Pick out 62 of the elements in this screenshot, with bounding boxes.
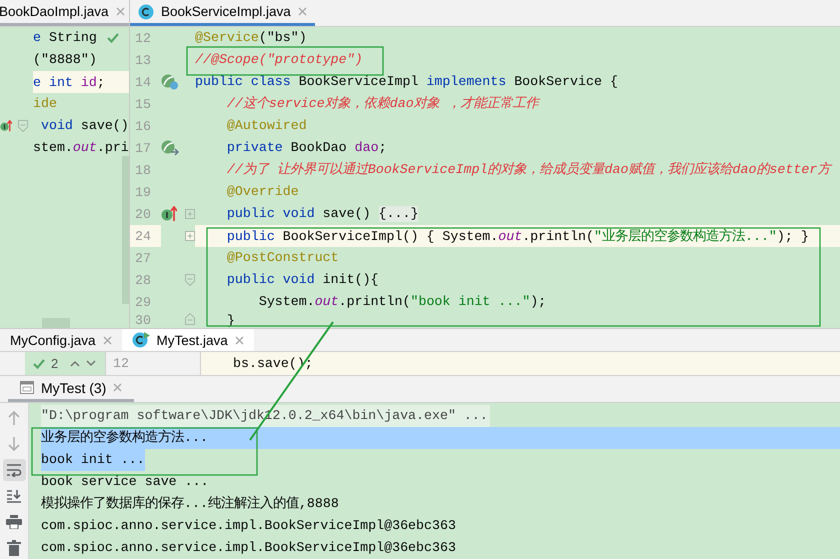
code-line: public class BookServiceImpl implements BookService {	[195, 74, 618, 90]
close-icon[interactable]	[234, 336, 244, 344]
code-line: private BookDao dao;	[226, 140, 387, 156]
override-icon[interactable]	[0, 118, 12, 134]
file-tab[interactable]: MyTest.java	[122, 329, 254, 351]
close-icon[interactable]	[102, 336, 112, 344]
code-line: stem.out.pri	[33, 140, 129, 156]
line-number: 20	[134, 206, 152, 224]
check-icon	[106, 32, 119, 44]
console-line: com.spioc.anno.service.impl.BookServiceImpl@36ebc363	[41, 539, 456, 557]
run-class-icon	[132, 332, 150, 348]
line-number: 27	[134, 250, 152, 268]
line-number: 29	[134, 294, 152, 312]
line-number: 15	[134, 96, 152, 114]
code-line: System.out.println("book init ...");	[258, 294, 546, 310]
scrollbar[interactable]	[42, 318, 70, 328]
fold-end-icon[interactable]	[185, 313, 195, 325]
code-line: ide	[33, 96, 57, 112]
override-icon[interactable]	[161, 206, 177, 222]
line-number: 19	[134, 184, 152, 202]
bean-icon[interactable]	[161, 74, 179, 90]
check-icon	[33, 358, 45, 370]
console-line: book service save ...	[41, 473, 209, 491]
code-line: @Service("bs")	[195, 30, 307, 46]
next-icon[interactable]	[86, 360, 96, 367]
line-number: 14	[134, 74, 152, 92]
expand-fold-icon[interactable]	[185, 209, 195, 219]
expand-fold-icon[interactable]	[185, 231, 195, 241]
code-line: void save()	[40, 118, 129, 134]
fold-start-icon[interactable]	[185, 274, 195, 286]
scrollbar[interactable]	[122, 156, 129, 304]
line-number: 16	[134, 118, 152, 136]
code-line: e String	[33, 30, 97, 46]
close-icon[interactable]	[113, 383, 122, 392]
code-line: public void save() {...}	[226, 206, 418, 222]
window-icon	[20, 381, 34, 394]
console-line: 模拟操作了数据库的保存...纯注解注入的值,8888	[41, 494, 339, 513]
close-icon[interactable]	[116, 7, 125, 16]
console-line: com.spioc.anno.service.impl.BookServiceImpl@36ebc363	[41, 517, 456, 535]
code-line: //这个service对象，依赖dao对象 ，才能正常工作	[226, 96, 539, 112]
code-line: @Override	[226, 184, 299, 200]
line-number: 28	[134, 272, 152, 290]
soft-wrap-icon[interactable]	[2, 459, 26, 481]
line-number: 13	[134, 52, 152, 70]
line-number: 17	[134, 140, 152, 158]
class-icon	[138, 4, 154, 20]
close-icon[interactable]	[298, 7, 307, 16]
code-line: @Autowired	[226, 118, 307, 134]
fold-start-icon[interactable]	[18, 120, 28, 132]
code-line: //为了 让外界可以通过BookServiceImpl的对象，给成员变量dao赋值，我们应该给dao的setter方	[226, 162, 830, 178]
code-line: public void init(){	[226, 272, 379, 288]
injection-icon[interactable]	[161, 140, 179, 156]
line-number: 24	[130, 225, 161, 247]
previous-icon[interactable]	[70, 360, 80, 367]
code-line: ("8888")	[33, 52, 97, 68]
problem-count[interactable]: 2	[51, 356, 58, 371]
line-number: 12	[134, 30, 152, 48]
file-tab[interactable]: MyConfig.java	[0, 329, 122, 351]
line-number: 18	[134, 162, 152, 180]
code-line: @PostConstruct	[226, 250, 339, 266]
line-number: 30	[134, 313, 152, 328]
code-line: //@Scope("prototype")	[195, 52, 363, 68]
